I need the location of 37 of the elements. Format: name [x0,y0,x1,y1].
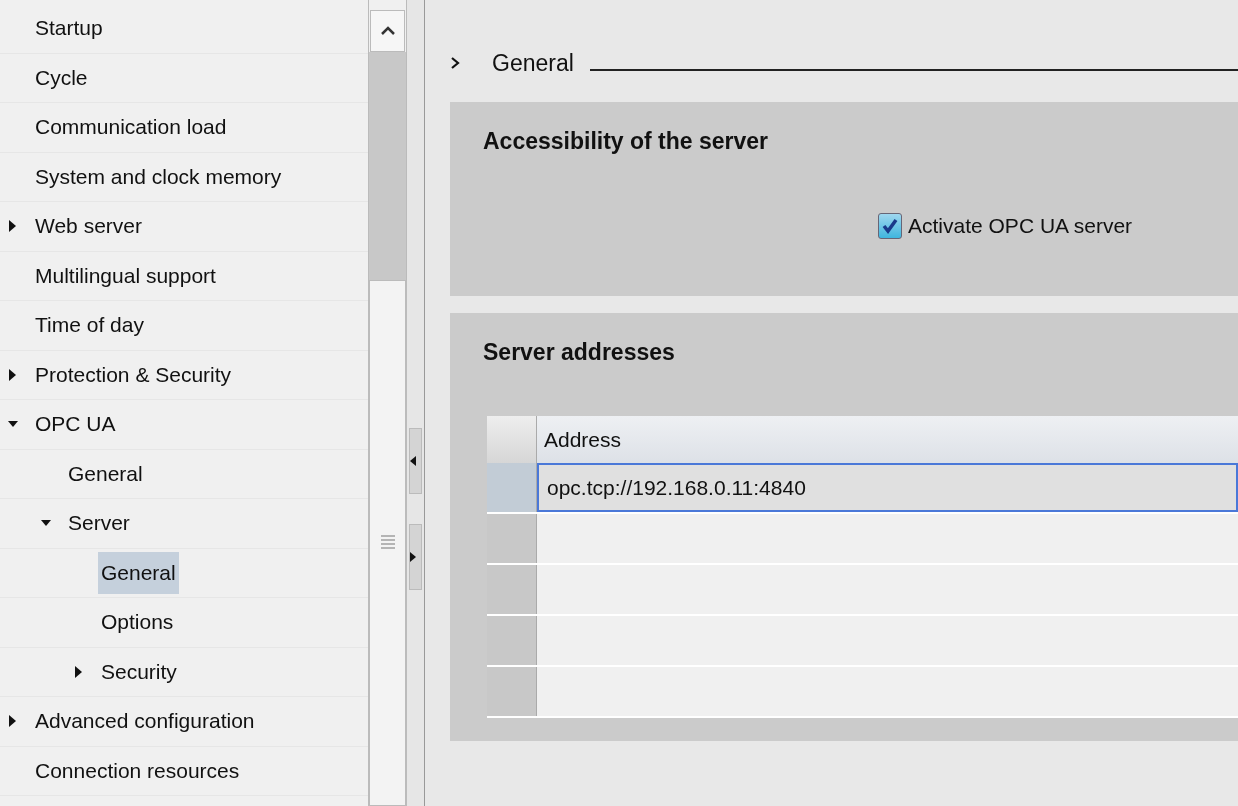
collapsed-arrow-icon[interactable] [8,219,18,234]
panel-title: Accessibility of the server [483,128,770,155]
tree-item[interactable]: Communication load [32,106,230,149]
triangle-left-icon [410,456,416,466]
grip-icon [379,534,396,552]
scrollbar-thumb[interactable] [369,280,406,806]
tree-item[interactable]: Startup [32,7,106,50]
panel-title: Server addresses [483,339,676,366]
tree-item[interactable]: Multilingual support [32,254,219,297]
tree-item[interactable]: System and clock memory [32,155,285,198]
tree-item[interactable]: Options [98,601,177,644]
collapse-left-button[interactable] [409,428,422,494]
tree-item[interactable]: Security [98,650,180,693]
checkbox[interactable] [878,213,902,239]
triangle-right-icon [410,552,416,562]
corner-header [487,416,537,463]
tree-item[interactable]: Protection & Security [32,353,235,396]
tree-item[interactable]: Connection resources [32,749,243,792]
tree-item[interactable]: Web server [32,205,145,248]
tree-item[interactable]: General [98,551,179,594]
table-cell[interactable]: opc.tcp://192.168.0.11:4840 [537,463,1238,512]
collapsed-arrow-icon[interactable] [74,664,84,679]
column-header[interactable]: Address [537,416,1238,463]
checkbox-label[interactable]: Activate OPC UA server [908,214,1133,238]
tree-item[interactable]: Advanced configuration [32,700,258,743]
section-title: General [492,49,574,77]
collapsed-arrow-icon[interactable] [8,367,18,382]
tree-item[interactable]: Time of day [32,304,147,347]
chevron-up-icon [379,26,396,36]
tree-item[interactable]: Server [65,502,133,545]
tree-item[interactable]: General [65,452,146,495]
tree-item[interactable]: OPC UA [32,403,119,446]
collapsed-arrow-icon[interactable] [8,714,18,729]
expand-right-button[interactable] [409,524,422,590]
tree-item[interactable]: Cycle [32,56,91,99]
scroll-up-button[interactable] [370,10,405,52]
chevron-right-icon[interactable] [450,56,460,70]
